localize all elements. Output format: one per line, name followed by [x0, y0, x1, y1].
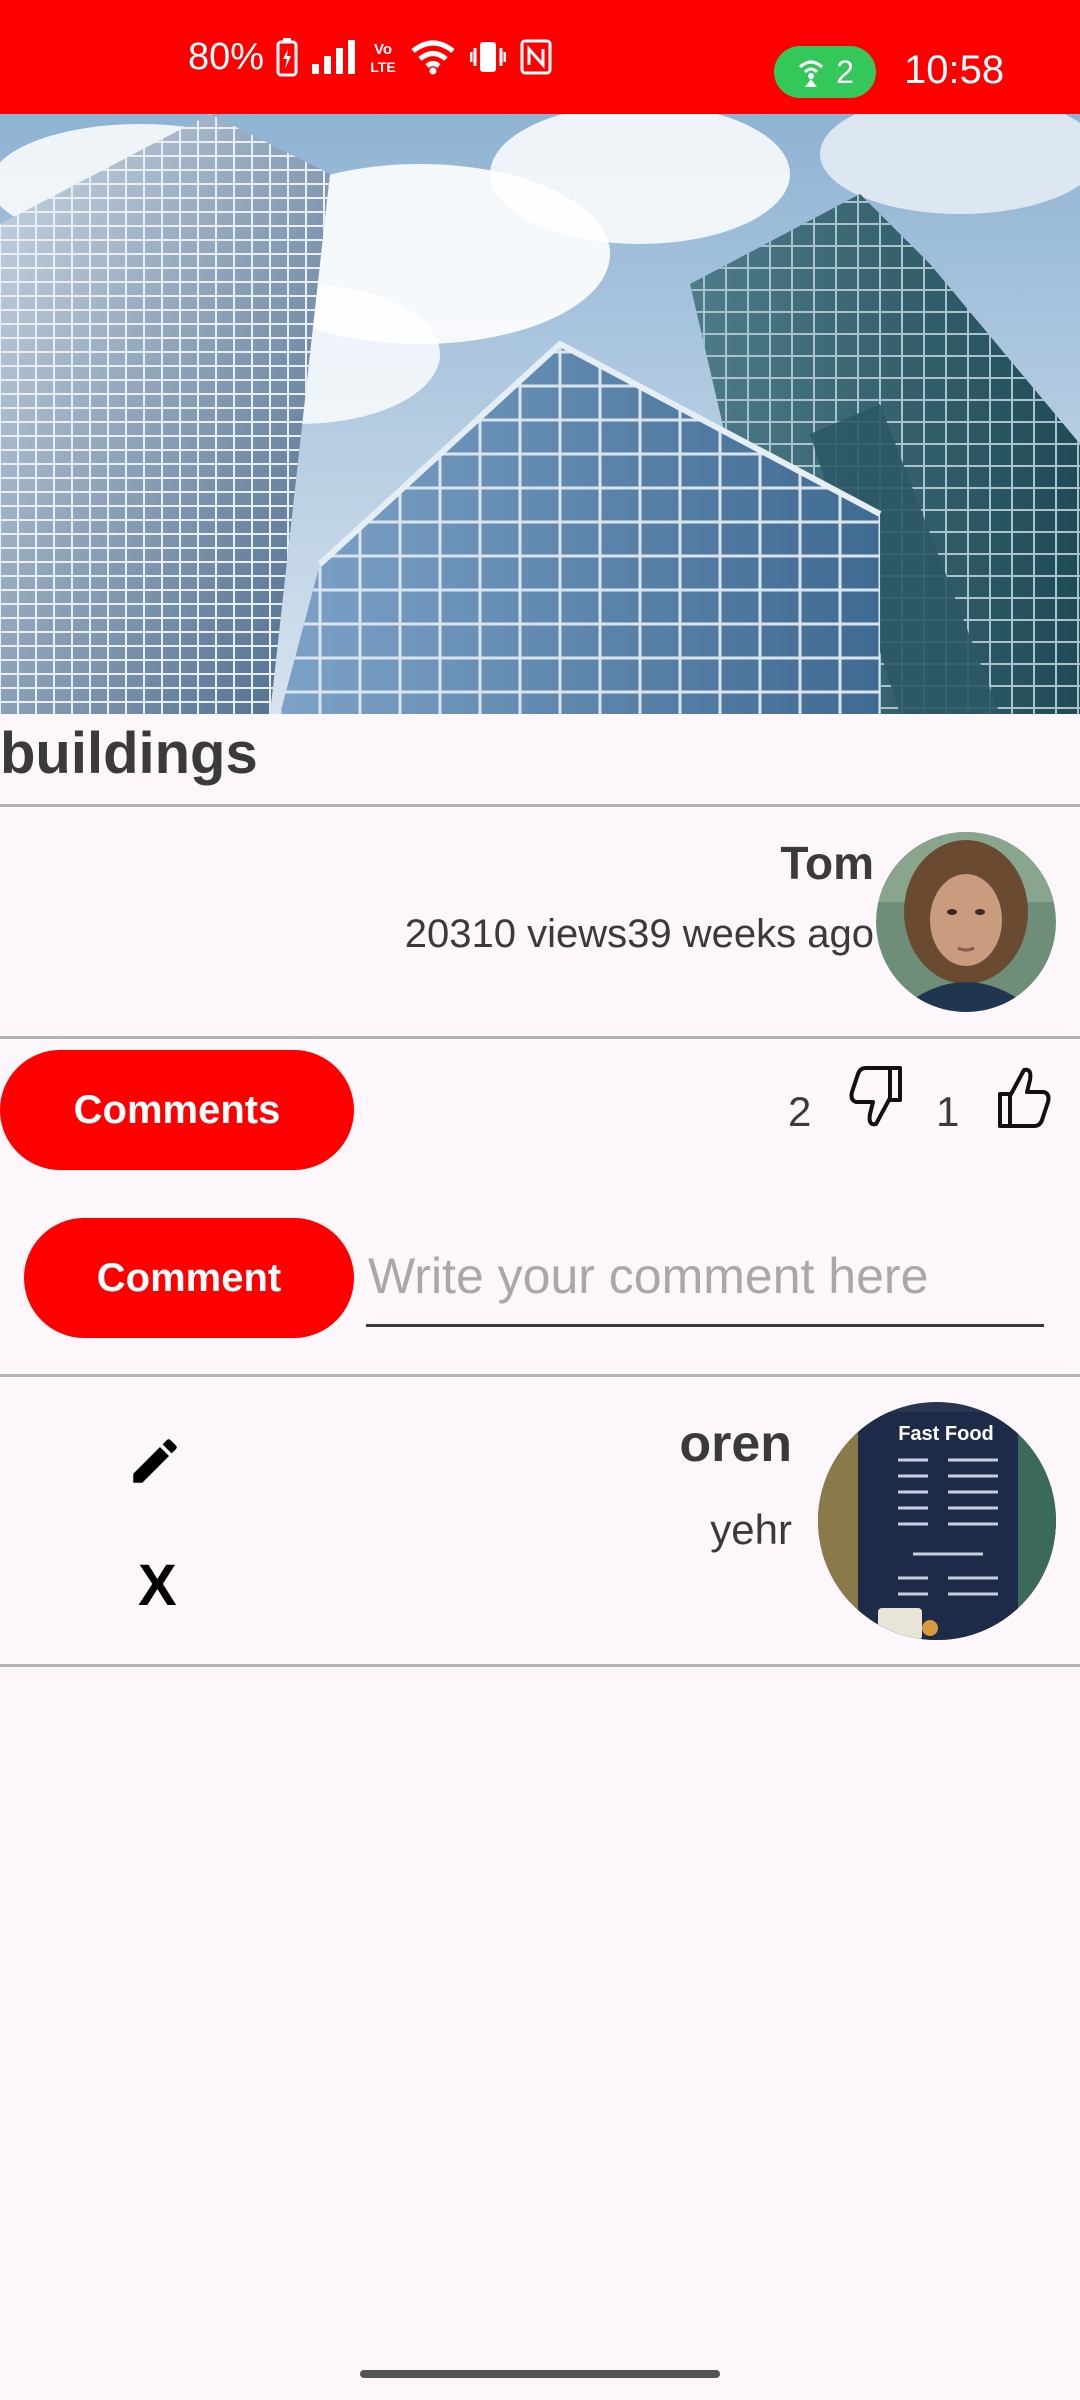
vibrate-icon — [470, 42, 507, 72]
comment-author: oren — [679, 1415, 792, 1473]
thumbs-down-icon[interactable] — [846, 1064, 906, 1130]
comment-avatar: Fast Food — [818, 1402, 1056, 1640]
svg-text:LTE: LTE — [370, 59, 395, 75]
status-bar: 80% Vo LTE 2 10:58 — [0, 0, 1080, 114]
author-avatar[interactable] — [876, 832, 1056, 1012]
volte-icon: Vo LTE — [370, 41, 395, 75]
like-count: 1 — [936, 1088, 960, 1135]
divider — [0, 804, 1080, 807]
nfc-icon — [520, 39, 552, 75]
divider — [0, 1036, 1080, 1039]
signal-icon — [312, 40, 356, 74]
video-thumbnail[interactable] — [0, 114, 1080, 714]
comment-submit-button[interactable]: Comment — [24, 1218, 354, 1338]
hotspot-icon — [799, 60, 824, 87]
divider — [0, 1664, 1080, 1667]
clock: 10:58 — [904, 48, 1005, 92]
comments-button[interactable]: Comments — [0, 1050, 354, 1170]
avatar-caption: Fast Food — [898, 1423, 994, 1445]
hotspot-count: 2 — [836, 53, 854, 90]
delete-comment-button[interactable]: X — [138, 1552, 177, 1619]
dislike-count: 2 — [788, 1088, 812, 1135]
battery-percent: 80% — [188, 35, 265, 78]
hotspot-indicator: 2 — [774, 46, 876, 98]
thumbs-up-icon[interactable] — [994, 1064, 1054, 1130]
wifi-icon — [411, 40, 455, 75]
video-title: buildings — [0, 721, 258, 786]
battery-icon — [276, 38, 298, 77]
home-indicator[interactable] — [360, 2370, 720, 2378]
divider — [0, 1374, 1080, 1377]
comment-input[interactable] — [366, 1236, 1044, 1327]
status-left: 80% Vo LTE — [188, 0, 552, 114]
pencil-icon[interactable] — [126, 1432, 184, 1490]
video-meta: 20310 views39 weeks ago — [404, 912, 874, 956]
svg-text:Vo: Vo — [374, 41, 392, 58]
author-name[interactable]: Tom — [780, 836, 874, 890]
comment-text: yehr — [710, 1506, 792, 1553]
